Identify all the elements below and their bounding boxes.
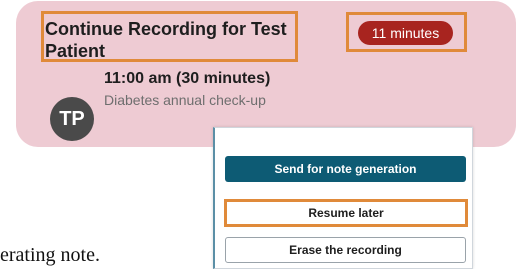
background-text-fragment: erating note. [0,244,100,266]
card-title: Continue Recording for Test Patient [45,19,287,61]
erase-recording-button[interactable]: Erase the recording [225,237,466,263]
duration-badge: 11 minutes [358,21,453,45]
avatar: TP [50,97,94,141]
resume-later-button[interactable]: Resume later [224,199,468,227]
appointment-description: Diabetes annual check-up [104,92,266,108]
appointment-time: 11:00 am (30 minutes) [104,70,271,87]
send-for-note-generation-button[interactable]: Send for note generation [225,156,466,182]
